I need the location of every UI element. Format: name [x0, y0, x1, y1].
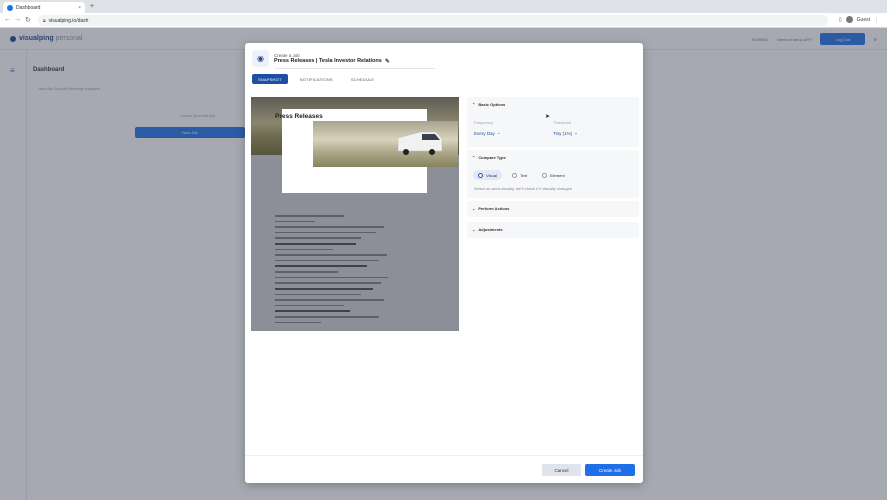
- menu-icon[interactable]: ⋮: [874, 17, 879, 23]
- perform-actions-header[interactable]: ⌄ Perform Actions: [472, 206, 509, 211]
- favicon-icon: [7, 4, 13, 11]
- modal-header: ◉ Create a Job Press Releases | Tesla In…: [252, 50, 390, 67]
- radio-icon: [542, 172, 547, 178]
- title-underline: [275, 68, 435, 69]
- preview-line: [275, 237, 362, 239]
- profile-label: Guest: [856, 16, 870, 23]
- compare-text-option[interactable]: Text: [507, 170, 532, 180]
- preview-line: [275, 231, 377, 233]
- preview-line: [275, 220, 316, 222]
- preview-heading: Press Releases: [275, 113, 323, 120]
- preview-line: [275, 276, 388, 278]
- cancel-button[interactable]: Cancel: [542, 464, 581, 476]
- preview-line: [275, 242, 356, 245]
- compare-type-description: Select an area visually, we'll check it …: [474, 186, 572, 191]
- chevron-up-icon: ⌃: [472, 102, 476, 107]
- threshold-select[interactable]: Tiny (1%) ⌄: [553, 130, 578, 136]
- preview-line: [275, 316, 379, 318]
- edit-pencil-icon[interactable]: ✎: [385, 58, 390, 65]
- profile-avatar-icon: [845, 16, 853, 23]
- preview-line: [275, 248, 333, 250]
- frequency-label: Frequency: [474, 120, 493, 125]
- preview-line: [275, 304, 344, 306]
- radio-selected-icon: [478, 172, 483, 178]
- preview-line: [275, 287, 373, 290]
- chevron-down-icon: ⌄: [574, 130, 578, 135]
- chevron-down-icon: ⌄: [472, 206, 476, 211]
- address-bar: ← → ↻ 🔒︎ visualping.io/dash ▯ Guest ⋮: [0, 13, 887, 28]
- chevron-up-icon: ⌃: [472, 155, 476, 160]
- preview-line: [275, 282, 381, 284]
- adjustments-header[interactable]: ⌄ Adjustments: [472, 227, 503, 232]
- modal-title[interactable]: Press Releases | Tesla Investor Relation…: [274, 58, 390, 65]
- preview-text-lines: [275, 159, 390, 327]
- compare-type-section: ⌃ Compare Type Visual Text Element Select…: [467, 150, 639, 198]
- footer-divider: [245, 455, 643, 456]
- mouse-cursor-icon: ➤: [545, 114, 551, 120]
- preview-line: [275, 226, 385, 228]
- preview-line: [275, 271, 339, 273]
- compare-visual-option[interactable]: Visual: [473, 170, 502, 180]
- tab-schedule[interactable]: SCHEDULE: [345, 74, 380, 84]
- preview-line: [275, 293, 362, 295]
- preview-line: [275, 299, 385, 301]
- tab-snapshot[interactable]: SNAPSHOT: [252, 74, 288, 84]
- chevron-down-icon: ⌄: [496, 130, 501, 135]
- basic-options-section: ⌃ Basic Options Frequency Every Day ⌄ Thre…: [467, 97, 639, 147]
- job-icon: ◉: [252, 50, 269, 67]
- close-tab-icon[interactable]: ×: [78, 5, 81, 11]
- back-icon[interactable]: ←: [4, 16, 11, 23]
- extensions-icon[interactable]: ▯: [839, 17, 842, 23]
- preview-line: [275, 215, 344, 217]
- browser-tab-title: Dashboard: [16, 4, 41, 11]
- profile-area[interactable]: ▯ Guest ⋮: [839, 16, 879, 23]
- truck-image-icon: [397, 131, 443, 155]
- compare-type-header[interactable]: ⌃ Compare Type: [472, 155, 506, 160]
- chevron-down-icon: ⌄: [472, 227, 476, 232]
- forward-icon[interactable]: →: [14, 16, 21, 23]
- preview-line: [275, 310, 350, 312]
- create-job-modal: ◉ Create a Job Press Releases | Tesla In…: [245, 43, 643, 483]
- preview-line: [275, 259, 379, 261]
- reload-icon[interactable]: ↻: [25, 16, 31, 24]
- new-tab-icon[interactable]: +: [90, 3, 94, 10]
- url-text: visualping.io/dash: [48, 17, 89, 24]
- url-field[interactable]: 🔒︎ visualping.io/dash: [38, 15, 828, 26]
- preview-line: [275, 254, 387, 256]
- browser-tabbar: Dashboard × +: [0, 0, 887, 13]
- page-preview[interactable]: Press Releases: [251, 97, 459, 331]
- create-job-button[interactable]: Create Job: [585, 464, 635, 476]
- lock-icon: 🔒︎: [43, 17, 46, 24]
- frequency-select[interactable]: Every Day ⌄: [474, 130, 501, 136]
- adjustments-section[interactable]: ⌄ Adjustments: [467, 222, 639, 238]
- perform-actions-section[interactable]: ⌄ Perform Actions: [467, 201, 639, 217]
- preview-line: [275, 321, 321, 323]
- tab-notifications[interactable]: NOTIFICATIONS: [294, 74, 339, 84]
- radio-icon: [512, 172, 517, 178]
- job-title: Press Releases | Tesla Investor Relation…: [274, 58, 382, 64]
- compare-element-option[interactable]: Element: [537, 170, 570, 180]
- modal-tabs: SNAPSHOT NOTIFICATIONS SCHEDULE: [252, 74, 380, 84]
- preview-line: [275, 265, 367, 267]
- browser-tab-dashboard[interactable]: Dashboard ×: [3, 2, 85, 13]
- basic-options-header[interactable]: ⌃ Basic Options: [472, 102, 505, 107]
- threshold-label: Threshold: [553, 120, 571, 125]
